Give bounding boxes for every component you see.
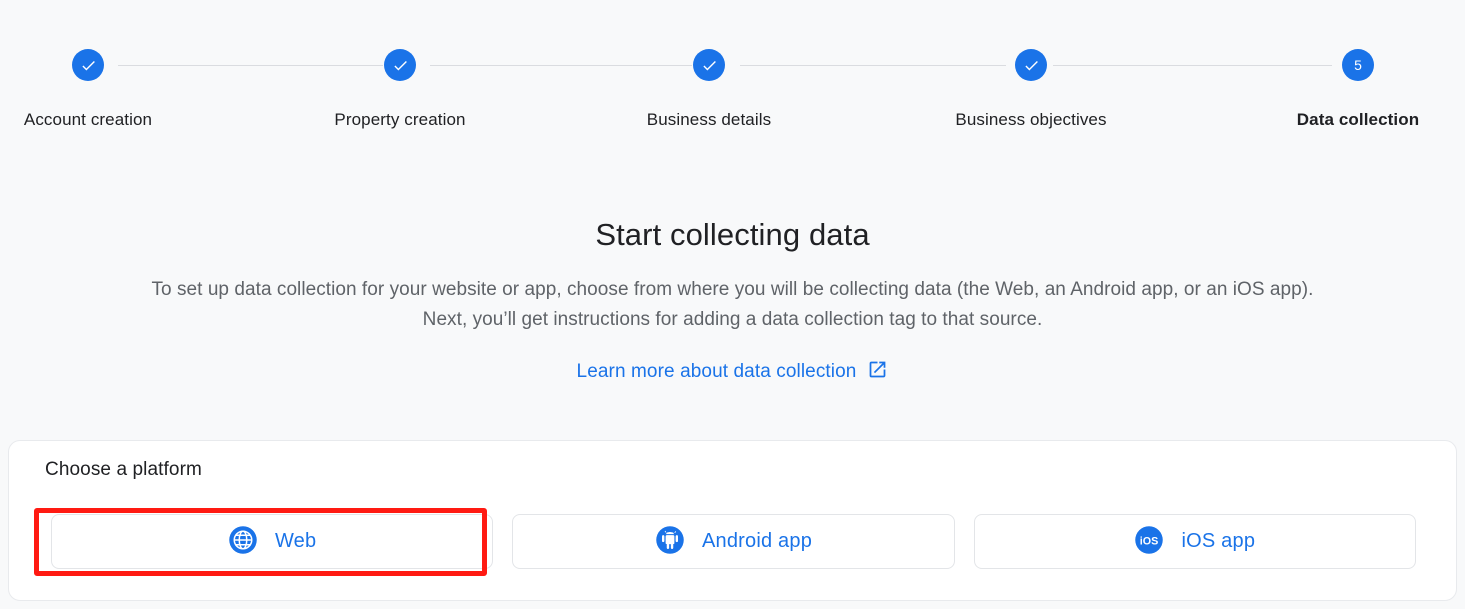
stepper-step-label: Business objectives	[955, 110, 1107, 129]
stepper-step-account-creation[interactable]: Account creation	[0, 0, 213, 129]
android-icon	[655, 525, 685, 558]
step-number-badge: 5	[1342, 49, 1374, 81]
ios-icon: iOS	[1134, 525, 1164, 558]
step-complete-check-icon	[72, 49, 104, 81]
hero-section: Start collecting data To set up data col…	[0, 215, 1465, 385]
platform-option-label: Android app	[701, 530, 813, 552]
step-complete-check-icon	[1015, 49, 1047, 81]
step-complete-check-icon	[693, 49, 725, 81]
open-in-new-icon[interactable]	[867, 359, 888, 385]
choose-platform-heading: Choose a platform	[45, 459, 202, 480]
stepper-step-label: Business details	[646, 110, 772, 129]
platform-option-label: Web	[274, 530, 317, 552]
stepper-step-business-objectives[interactable]: Business objectives	[906, 0, 1156, 129]
step-complete-check-icon	[384, 49, 416, 81]
stepper-step-label: Data collection	[1296, 110, 1420, 129]
stepper-step-business-details[interactable]: Business details	[584, 0, 834, 129]
page-title: Start collecting data	[595, 217, 870, 252]
platform-option-label: iOS app	[1181, 530, 1256, 552]
platform-option-android[interactable]: Android app	[512, 514, 955, 569]
stepper-step-label: Property creation	[334, 110, 466, 129]
choose-platform-card: Choose a platform Web Android app iOS iO…	[8, 440, 1457, 601]
page-description: To set up data collection for your websi…	[151, 279, 1314, 330]
learn-more-link[interactable]: Learn more about data collection	[577, 361, 857, 383]
platform-option-ios[interactable]: iOS iOS app	[973, 514, 1416, 569]
platform-option-web[interactable]: Web	[51, 514, 494, 569]
stepper-step-data-collection[interactable]: 5 Data collection	[1233, 0, 1465, 129]
svg-text:iOS: iOS	[1140, 536, 1159, 548]
stepper-step-label: Account creation	[23, 110, 153, 129]
progress-stepper: Account creation Property creation Busin…	[0, 0, 1465, 150]
stepper-step-property-creation[interactable]: Property creation	[275, 0, 525, 129]
globe-icon	[228, 525, 258, 558]
learn-more-row: Learn more about data collection	[0, 359, 1465, 385]
platform-options-row: Web Android app iOS iOS app	[51, 514, 1416, 569]
